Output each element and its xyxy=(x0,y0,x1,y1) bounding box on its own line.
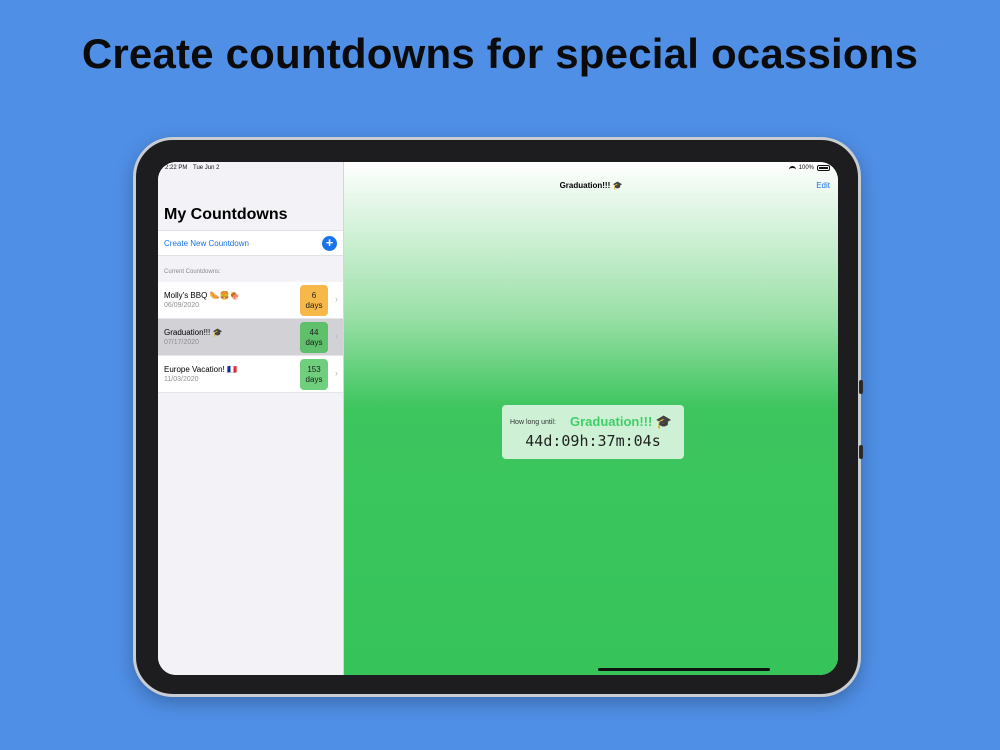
volume-button xyxy=(859,445,863,459)
card-label: How long until: xyxy=(510,419,556,426)
item-name: Europe Vacation! 🇫🇷 xyxy=(164,365,237,374)
wifi-icon xyxy=(788,165,796,171)
list-item[interactable]: Graduation!!! 🎓 07/17/2020 44 days › xyxy=(158,319,343,356)
list-item[interactable]: Europe Vacation! 🇫🇷 11/03/2020 153 days … xyxy=(158,356,343,393)
chevron-right-icon: › xyxy=(335,368,338,378)
status-bar: 2:22 PM Tue Jun 2 100% xyxy=(158,162,838,174)
item-date: 11/03/2020 xyxy=(164,376,199,383)
days-badge: 153 days xyxy=(300,359,328,390)
countdown-list: Molly's BBQ 🌭🍔🍖 06/09/2020 6 days › Grad… xyxy=(158,282,343,393)
badge-unit: days xyxy=(305,375,323,384)
chevron-right-icon: › xyxy=(335,294,338,304)
badge-number: 6 xyxy=(311,291,317,300)
days-badge: 6 days xyxy=(300,285,328,316)
battery-percent: 100% xyxy=(798,165,814,171)
headline: Create countdowns for special ocassions xyxy=(81,30,919,77)
sidebar: My Countdowns Create New Countdown + Cur… xyxy=(158,162,344,675)
status-time: 2:22 PM xyxy=(165,165,188,171)
card-event-name: Graduation!!! 🎓 xyxy=(570,414,673,429)
sidebar-title: My Countdowns xyxy=(164,206,288,223)
nav-title: Graduation!!! 🎓 xyxy=(559,181,623,190)
badge-unit: days xyxy=(305,301,323,310)
home-indicator[interactable] xyxy=(598,668,770,671)
battery-icon xyxy=(817,165,830,171)
item-date: 06/09/2020 xyxy=(164,302,200,309)
detail-view: Graduation!!! 🎓 Edit How long until: Gra… xyxy=(344,162,838,675)
chevron-right-icon: › xyxy=(335,331,338,341)
badge-unit: days xyxy=(305,338,323,347)
status-date: Tue Jun 2 xyxy=(193,165,220,171)
add-countdown-icon[interactable]: + xyxy=(322,236,337,251)
item-name: Molly's BBQ 🌭🍔🍖 xyxy=(164,291,240,300)
list-item[interactable]: Molly's BBQ 🌭🍔🍖 06/09/2020 6 days › xyxy=(158,282,343,319)
countdown-card: How long until: Graduation!!! 🎓 44d:09h:… xyxy=(502,405,684,459)
ipad-device: 2:22 PM Tue Jun 2 100% My Countdowns Cre… xyxy=(133,137,863,697)
edit-button[interactable]: Edit xyxy=(816,181,830,190)
volume-button xyxy=(859,380,863,394)
item-name: Graduation!!! 🎓 xyxy=(164,328,223,337)
section-label: Current Countdowns: xyxy=(164,269,221,275)
item-date: 07/17/2020 xyxy=(164,339,200,346)
screen: 2:22 PM Tue Jun 2 100% My Countdowns Cre… xyxy=(158,162,838,675)
create-countdown-row[interactable]: Create New Countdown + xyxy=(158,230,343,256)
badge-number: 153 xyxy=(307,365,321,374)
days-badge: 44 days xyxy=(300,322,328,353)
create-countdown-label[interactable]: Create New Countdown xyxy=(164,239,249,248)
badge-number: 44 xyxy=(309,328,319,337)
countdown-timer: 44d:09h:37m:04s xyxy=(525,432,661,450)
